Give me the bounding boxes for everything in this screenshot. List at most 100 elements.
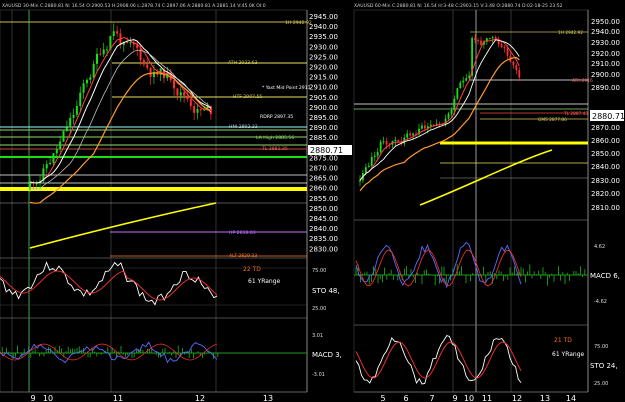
right-price-tick: 2840.00 bbox=[591, 163, 620, 171]
candle-body bbox=[459, 82, 462, 89]
left-stoch-label: STO 48, bbox=[312, 287, 340, 295]
right-x-tick: 13 bbox=[540, 394, 550, 402]
left-chart-header: XAUUSD 30-Min C:2880.81 N: 16.54 O:2900.… bbox=[2, 3, 266, 9]
candle-body bbox=[62, 131, 65, 142]
right-macd-level: 4.62 bbox=[594, 244, 605, 250]
candle-body bbox=[55, 149, 58, 154]
right-price-tick: 2950.00 bbox=[591, 18, 620, 26]
left-macd-level: 3.01 bbox=[312, 333, 323, 339]
left-price-tick: 2910.00 bbox=[309, 84, 338, 92]
left-price-tick: 2840.00 bbox=[309, 225, 338, 233]
candle-body bbox=[196, 109, 199, 113]
right-price-tick: 2900.00 bbox=[591, 71, 620, 79]
candle-body bbox=[435, 123, 438, 125]
right-yrange-label: 61 YRange bbox=[552, 351, 585, 358]
candle-body bbox=[173, 80, 176, 89]
left-annotation: TL 2881.35 bbox=[261, 146, 288, 152]
left-macd-label: MACD 3, bbox=[312, 351, 342, 359]
left-price-tick: 2935.00 bbox=[309, 33, 338, 41]
left-price-tick: 2890.00 bbox=[309, 124, 338, 132]
candle-body bbox=[179, 92, 182, 96]
right-price-tick: 2830.00 bbox=[591, 177, 620, 185]
candle-body bbox=[518, 70, 521, 78]
candle-body bbox=[102, 49, 105, 55]
candle-body bbox=[412, 133, 414, 136]
left-annotation: * Yast Mid Point 2911 bbox=[262, 85, 311, 91]
right-price-tick: 2920.00 bbox=[591, 50, 620, 58]
chart-canvas: XAUUSD 30-Min C:2880.81 N: 16.54 O:2900.… bbox=[0, 3, 625, 402]
candle-body bbox=[500, 44, 503, 47]
candle-body bbox=[45, 164, 48, 169]
right-td-label: 21 TD bbox=[554, 337, 572, 344]
candle-body bbox=[379, 141, 382, 153]
left-price-tick: 2930.00 bbox=[309, 43, 338, 51]
candle-body bbox=[477, 40, 479, 42]
candle-body bbox=[193, 106, 196, 113]
candle-body bbox=[373, 155, 376, 157]
candle-body bbox=[146, 64, 149, 68]
left-stoch-level: 25.00 bbox=[312, 306, 326, 312]
left-x-tick: 9 bbox=[30, 394, 35, 402]
right-stoch-level: 25.00 bbox=[594, 381, 608, 387]
right-annotation: TL 2887.43 bbox=[563, 111, 588, 117]
left-annotation: LA High 2885.56 bbox=[256, 135, 294, 141]
right-price-tick: 2890.00 bbox=[591, 84, 620, 92]
candle-body bbox=[491, 37, 494, 39]
candle-body bbox=[96, 53, 98, 64]
candle-body bbox=[453, 98, 456, 110]
candle-body bbox=[189, 99, 192, 107]
left-x-tick: 13 bbox=[263, 394, 273, 402]
candle-body bbox=[474, 37, 476, 41]
left-macd-level: -3.01 bbox=[312, 372, 325, 378]
candle-body bbox=[99, 53, 102, 55]
candle-body bbox=[35, 183, 38, 185]
r-macd-line bbox=[355, 242, 522, 289]
stoch-k bbox=[0, 261, 218, 306]
right-x-tick: 9 bbox=[452, 394, 457, 402]
candle-body bbox=[72, 114, 75, 118]
candle-body bbox=[447, 113, 450, 119]
left-price-tick: 2855.00 bbox=[309, 195, 338, 203]
candle-body bbox=[183, 92, 186, 96]
left-price-tick: 2895.00 bbox=[309, 114, 338, 122]
candle-body bbox=[85, 79, 88, 84]
r-macd-signal bbox=[355, 249, 522, 287]
right-chart-header: XAUUSD 60-Min C:2880.81 N: 16.54 H:3-48 … bbox=[354, 3, 563, 9]
candle-body bbox=[488, 38, 491, 40]
candle-body bbox=[186, 95, 189, 100]
left-price-tick: 2860.00 bbox=[309, 185, 338, 193]
candle-body bbox=[370, 156, 373, 166]
candle-body bbox=[65, 127, 68, 132]
left-price-tick: 2875.00 bbox=[309, 154, 338, 162]
candle-body bbox=[385, 141, 388, 145]
left-price-tick: 2830.00 bbox=[309, 245, 338, 253]
left-price-tick: 2870.00 bbox=[309, 165, 338, 173]
right-annotation: ATH 2916 bbox=[572, 78, 593, 84]
right-stoch-label: STO 24, bbox=[590, 362, 618, 370]
left-annotation: HP 2838.83 bbox=[229, 230, 256, 236]
left-price-tick: 2905.00 bbox=[309, 94, 338, 102]
macd-line bbox=[0, 341, 218, 364]
candle-body bbox=[397, 139, 400, 142]
candle-body bbox=[480, 40, 482, 45]
candle-body bbox=[409, 133, 412, 136]
candle-body bbox=[406, 133, 409, 138]
candle-body bbox=[465, 78, 468, 81]
candle-body bbox=[116, 31, 119, 34]
left-stoch-level: 75.00 bbox=[312, 268, 326, 274]
left-price-tick: 2915.00 bbox=[309, 74, 338, 82]
candle-body bbox=[359, 180, 361, 182]
left-annotation: RDRP 2897.35 bbox=[260, 114, 293, 120]
candle-body bbox=[52, 153, 55, 163]
right-macd-level: -4.62 bbox=[594, 299, 607, 305]
candle-body bbox=[112, 31, 115, 37]
candle-body bbox=[382, 141, 385, 143]
candle-body bbox=[59, 141, 62, 150]
left-td-label: 22 TD bbox=[243, 266, 261, 273]
ma-red bbox=[29, 36, 211, 184]
candle-body bbox=[503, 46, 506, 49]
right-x-tick: 6 bbox=[403, 394, 408, 402]
left-price-tick: 2865.00 bbox=[309, 175, 338, 183]
candle-body bbox=[126, 42, 129, 44]
left-price-tick: 2850.00 bbox=[309, 205, 338, 213]
